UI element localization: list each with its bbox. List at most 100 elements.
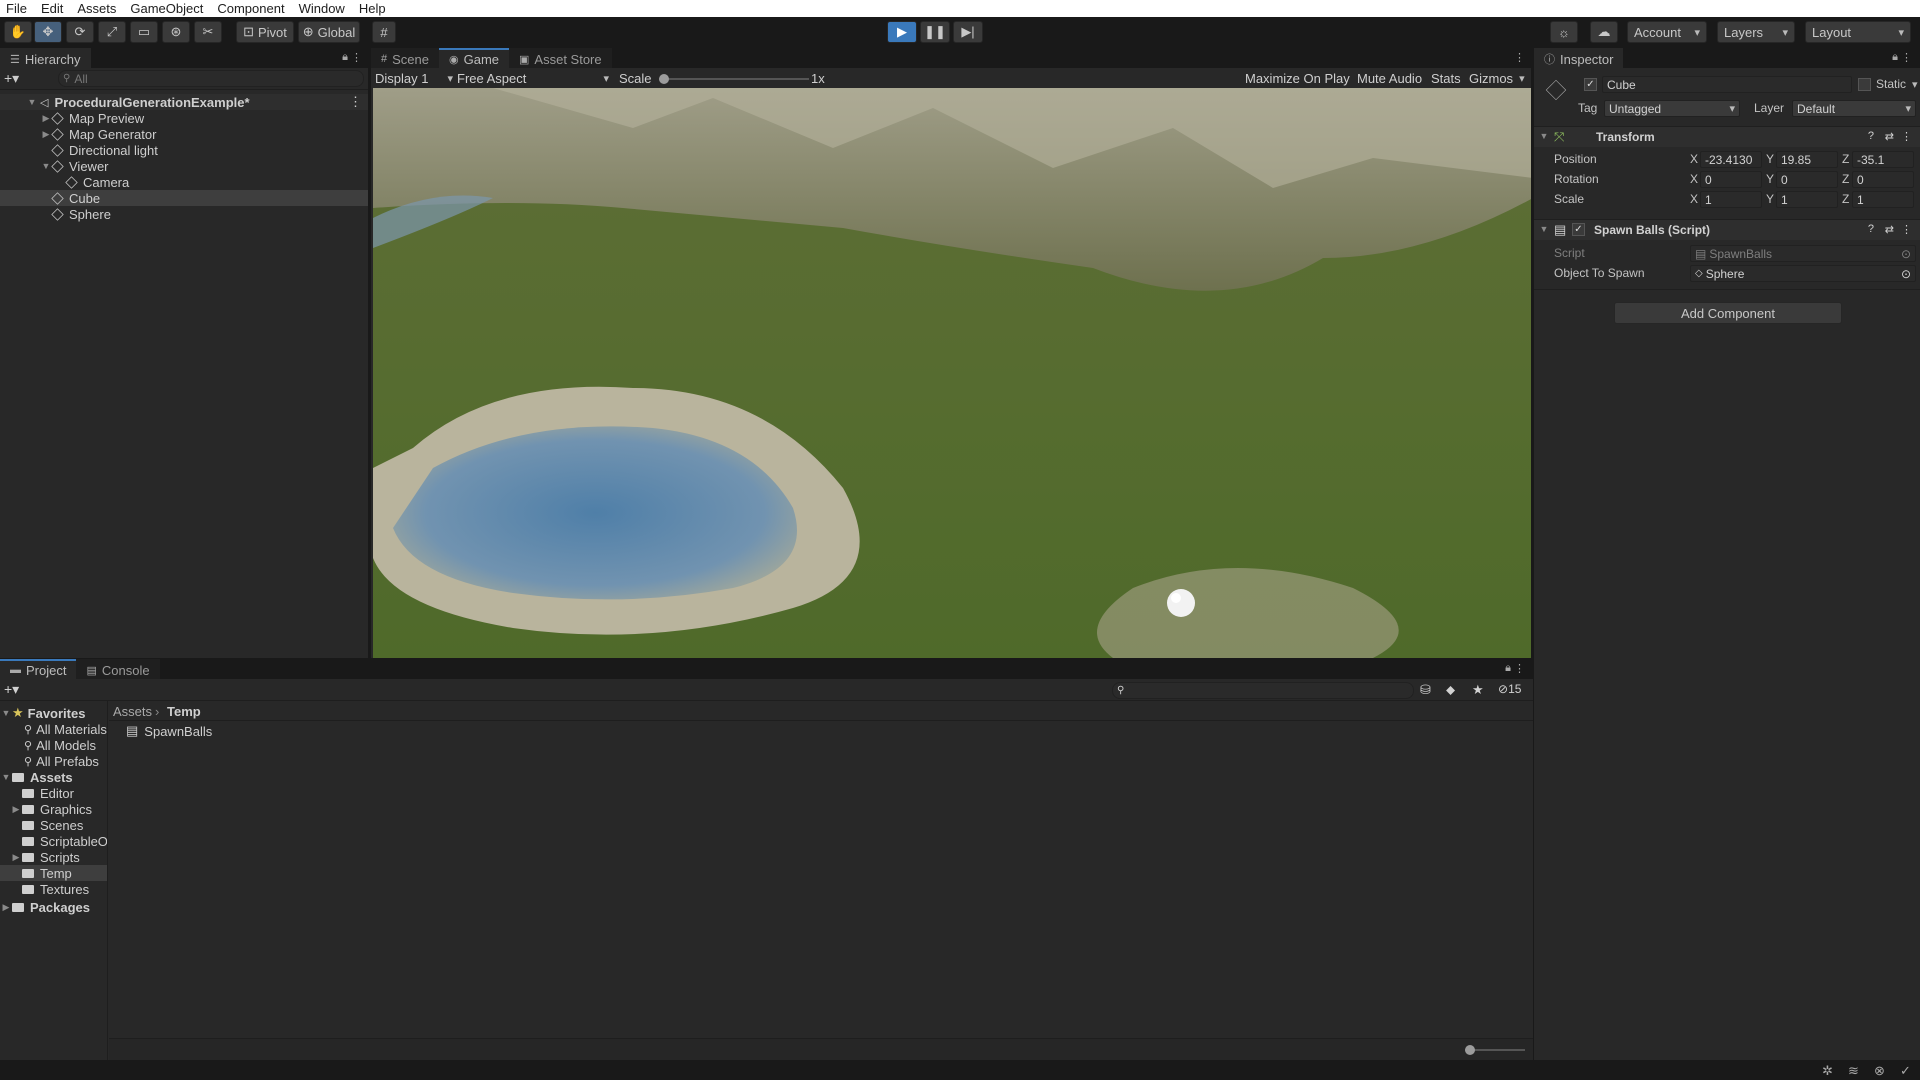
- folder-item[interactable]: Editor: [0, 785, 107, 801]
- menu-file[interactable]: File: [6, 1, 35, 16]
- tab-scene[interactable]: # Scene: [371, 48, 439, 68]
- breadcrumb-temp[interactable]: Temp: [167, 703, 201, 719]
- tab-inspector[interactable]: ⓘ Inspector: [1534, 48, 1624, 68]
- expand-arrow-icon[interactable]: ▶: [10, 804, 22, 815]
- check-circle-icon[interactable]: ✓: [1900, 1063, 1911, 1079]
- favorite-item[interactable]: ⚲ All Models: [24, 737, 96, 753]
- hierarchy-item[interactable]: Camera: [0, 174, 370, 190]
- game-viewport[interactable]: [373, 88, 1533, 658]
- active-checkbox[interactable]: ✓: [1584, 78, 1597, 91]
- hierarchy-item[interactable]: Directional light: [0, 142, 370, 158]
- expand-arrow-icon[interactable]: ▼: [0, 708, 12, 718]
- aspect-dropdown[interactable]: Free Aspect: [455, 70, 609, 86]
- menu-window[interactable]: Window: [299, 1, 353, 16]
- grid-snap-button[interactable]: #: [372, 21, 396, 43]
- rect-tool-button[interactable]: ▭: [130, 21, 158, 43]
- script-enabled-checkbox[interactable]: ✓: [1572, 223, 1585, 236]
- position-y-axis-label[interactable]: Y: [1766, 152, 1774, 166]
- expand-arrow-icon[interactable]: ▼: [26, 97, 38, 107]
- cloud-button[interactable]: ☁: [1590, 21, 1618, 43]
- position-y-field[interactable]: 19.85: [1776, 151, 1838, 168]
- position-z-axis-label[interactable]: Z: [1842, 152, 1849, 166]
- move-tool-button[interactable]: ✥: [34, 21, 62, 43]
- pause-button[interactable]: ❚❚: [920, 21, 950, 43]
- scale-z-axis-label[interactable]: Z: [1842, 192, 1849, 206]
- folder-item[interactable]: Textures: [0, 881, 107, 897]
- position-x-axis-label[interactable]: X: [1690, 152, 1698, 166]
- icon-size-slider[interactable]: [1465, 1045, 1525, 1055]
- mute-audio-toggle[interactable]: Mute Audio: [1357, 70, 1422, 86]
- menu-assets[interactable]: Assets: [77, 1, 124, 16]
- layers-dropdown[interactable]: Layers: [1717, 21, 1795, 43]
- expand-arrow-icon[interactable]: ▼: [0, 772, 12, 782]
- scale-x-axis-label[interactable]: X: [1690, 192, 1698, 206]
- position-z-field[interactable]: -35.1: [1852, 151, 1914, 168]
- menu-gameobject[interactable]: GameObject: [130, 1, 211, 16]
- rotation-y-field[interactable]: 0: [1776, 171, 1838, 188]
- search-by-label-icon[interactable]: ⬥: [1446, 682, 1455, 698]
- favorite-item[interactable]: ⚲ All Materials: [24, 721, 107, 737]
- hierarchy-item[interactable]: Sphere: [0, 206, 370, 222]
- services-button[interactable]: ☼: [1550, 21, 1578, 43]
- hand-tool-button[interactable]: ✋: [4, 21, 32, 43]
- rotation-z-field[interactable]: 0: [1852, 171, 1914, 188]
- scale-slider[interactable]: [659, 74, 809, 84]
- transform-header[interactable]: ▼ ⤧ Transform ? ⇄ ⋮: [1534, 127, 1920, 147]
- folder-item[interactable]: ScriptableO: [0, 833, 107, 849]
- icon-size-slider-handle[interactable]: [1465, 1045, 1475, 1055]
- object-name-field[interactable]: Cube: [1602, 76, 1852, 93]
- tab-console[interactable]: ▤ Console: [76, 659, 160, 679]
- hierarchy-item[interactable]: Cube: [0, 190, 370, 206]
- scale-z-field[interactable]: 1: [1852, 191, 1914, 208]
- rotation-y-axis-label[interactable]: Y: [1766, 172, 1774, 186]
- project-kebab-icon[interactable]: ⋮: [1514, 662, 1525, 675]
- folder-item[interactable]: ▶ Graphics: [0, 801, 107, 817]
- hidden-packages-toggle[interactable]: ⊘15: [1498, 682, 1521, 696]
- maximize-on-play-toggle[interactable]: Maximize On Play: [1245, 70, 1350, 86]
- scene-row[interactable]: ▼ ◁ ProceduralGenerationExample* ⋮: [0, 94, 370, 110]
- inspector-lock-icon[interactable]: 🔒︎: [1892, 51, 1898, 64]
- kebab-menu-icon[interactable]: ⋮: [351, 51, 362, 64]
- folder-item[interactable]: ▶ Scripts: [0, 849, 107, 865]
- scale-y-field[interactable]: 1: [1776, 191, 1838, 208]
- position-x-field[interactable]: -23.4130: [1700, 151, 1762, 168]
- file-item[interactable]: ▤ SpawnBalls: [126, 723, 212, 739]
- object-picker-icon[interactable]: ⊙: [1901, 247, 1911, 261]
- stats-toggle[interactable]: Stats: [1431, 70, 1461, 86]
- global-toggle[interactable]: ⊕ Global: [298, 21, 360, 43]
- game-kebab-icon[interactable]: ⋮: [1514, 51, 1525, 64]
- static-checkbox[interactable]: [1858, 78, 1871, 91]
- gizmos-dropdown[interactable]: Gizmos: [1469, 70, 1525, 86]
- network-icon[interactable]: ⊗: [1874, 1063, 1885, 1079]
- favorites-row[interactable]: ▼ ★ Favorites: [0, 705, 86, 721]
- hierarchy-item[interactable]: ▼ Viewer: [0, 158, 370, 174]
- tag-dropdown[interactable]: Untagged: [1604, 100, 1740, 117]
- tab-game[interactable]: ◉ Game: [439, 48, 510, 68]
- lock-icon[interactable]: 🔒︎: [342, 51, 348, 64]
- account-dropdown[interactable]: Account: [1627, 21, 1707, 43]
- hierarchy-search-input[interactable]: ⚲ All: [58, 70, 364, 87]
- help-icon[interactable]: ?: [1868, 223, 1874, 235]
- menu-component[interactable]: Component: [217, 1, 292, 16]
- component-menu-icon[interactable]: ⋮: [1901, 223, 1912, 236]
- help-icon[interactable]: ?: [1868, 130, 1874, 142]
- folder-item[interactable]: Temp: [0, 865, 107, 881]
- layer-dropdown[interactable]: Default: [1792, 100, 1916, 117]
- scale-x-field[interactable]: 1: [1700, 191, 1762, 208]
- static-dropdown[interactable]: Static: [1876, 77, 1918, 91]
- favorite-star-icon[interactable]: ★: [1472, 682, 1484, 698]
- add-component-button[interactable]: Add Component: [1614, 302, 1842, 324]
- rotation-z-axis-label[interactable]: Z: [1842, 172, 1849, 186]
- scale-slider-handle[interactable]: [659, 74, 669, 84]
- collapse-arrow-icon[interactable]: ▼: [1538, 224, 1550, 234]
- breadcrumb-assets[interactable]: Assets: [113, 703, 152, 719]
- create-plus-button[interactable]: +▾: [4, 70, 19, 87]
- rotation-x-axis-label[interactable]: X: [1690, 172, 1698, 186]
- object-picker-icon[interactable]: ⊙: [1901, 267, 1911, 281]
- hierarchy-item[interactable]: ▶ Map Generator: [0, 126, 370, 142]
- hierarchy-item[interactable]: ▶ Map Preview: [0, 110, 370, 126]
- object-to-spawn-field[interactable]: ◇ Sphere ⊙: [1690, 265, 1916, 282]
- stack-icon[interactable]: ≋: [1848, 1063, 1859, 1079]
- search-by-type-icon[interactable]: ⛁: [1420, 682, 1431, 698]
- project-lock-icon[interactable]: 🔒︎: [1505, 662, 1511, 675]
